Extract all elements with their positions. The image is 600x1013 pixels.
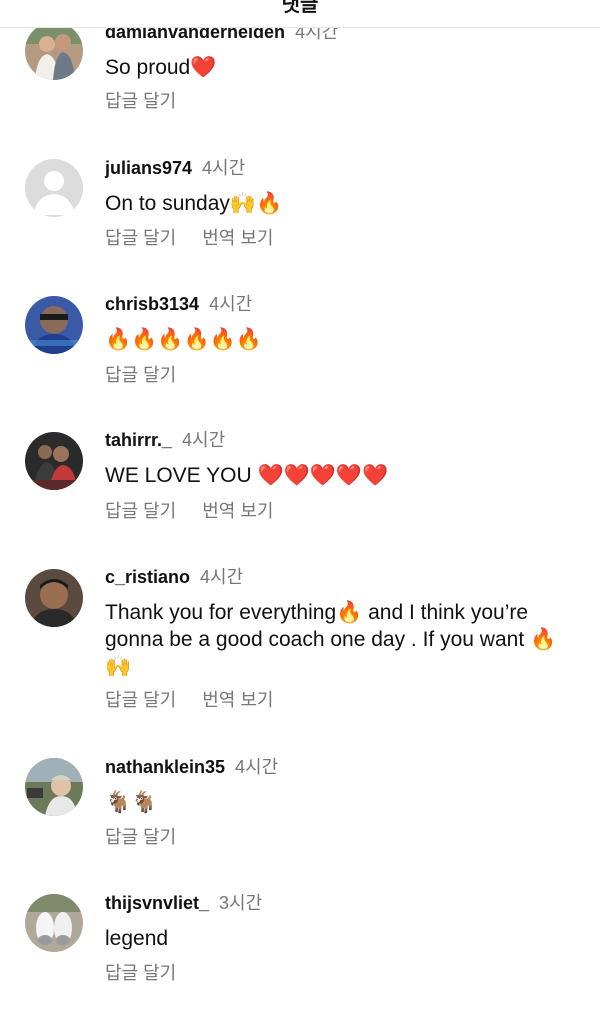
- default-avatar-icon: [25, 159, 83, 217]
- comment-actions: 답글 달기 번역 보기: [105, 500, 274, 522]
- translate-button[interactable]: 번역 보기: [202, 501, 273, 521]
- comment-time: 4시간: [202, 158, 246, 178]
- comment-text: Thank you for everything🔥 and I think yo…: [105, 601, 557, 678]
- comments-header: 댓글: [0, 0, 600, 28]
- username-link[interactable]: thijsvnvliet_: [105, 893, 209, 913]
- reply-button[interactable]: 답글 달기: [105, 501, 176, 521]
- comment-actions: 답글 달기: [105, 962, 176, 984]
- page-title: 댓글: [281, 0, 319, 16]
- avatar[interactable]: [25, 159, 83, 217]
- reply-button[interactable]: 답글 달기: [105, 827, 176, 847]
- username-link[interactable]: julians974: [105, 158, 192, 178]
- reply-button[interactable]: 답글 달기: [105, 228, 176, 248]
- avatar[interactable]: [25, 894, 83, 952]
- comment-actions: 답글 달기: [105, 826, 176, 848]
- comment-time: 3시간: [219, 893, 263, 913]
- username-link[interactable]: nathanklein35: [105, 757, 225, 777]
- comment-meta: tahirrr._ 4시간: [105, 429, 225, 451]
- reply-button[interactable]: 답글 달기: [105, 365, 176, 385]
- comment-actions: 답글 달기 번역 보기: [105, 227, 274, 249]
- profile-photo-group: [25, 432, 83, 490]
- profile-photo-shoes: [25, 894, 83, 952]
- reply-button[interactable]: 답글 달기: [105, 91, 176, 111]
- username-link[interactable]: tahirrr._: [105, 430, 172, 450]
- profile-photo-man: [25, 569, 83, 627]
- comment-time: 4시간: [209, 294, 253, 314]
- profile-photo-masked: [25, 296, 83, 354]
- comment-actions: 답글 달기 번역 보기: [105, 689, 274, 711]
- translate-button[interactable]: 번역 보기: [202, 690, 273, 710]
- comment-meta: thijsvnvliet_ 3시간: [105, 892, 262, 914]
- profile-photo-outdoor: [25, 758, 83, 816]
- comment-text: WE LOVE YOU ❤️❤️❤️❤️❤️: [105, 464, 389, 487]
- comment-text: legend: [105, 927, 169, 950]
- comment-meta: c_ristiano 4시간: [105, 566, 243, 588]
- translate-button[interactable]: 번역 보기: [202, 228, 273, 248]
- comment-text: So proud❤️: [105, 56, 217, 79]
- comment-meta: chrisb3134 4시간: [105, 293, 252, 315]
- avatar[interactable]: [25, 432, 83, 490]
- reply-button[interactable]: 답글 달기: [105, 963, 176, 983]
- username-link[interactable]: chrisb3134: [105, 294, 199, 314]
- avatar[interactable]: [25, 569, 83, 627]
- comment-text: 🔥🔥🔥🔥🔥🔥: [105, 328, 262, 351]
- profile-photo-couple: [25, 22, 83, 80]
- username-link[interactable]: c_ristiano: [105, 567, 190, 587]
- comment-actions: 답글 달기: [105, 90, 176, 112]
- reply-button[interactable]: 답글 달기: [105, 690, 176, 710]
- comment-meta: nathanklein35 4시간: [105, 756, 278, 778]
- comment-meta: julians974 4시간: [105, 157, 245, 179]
- avatar[interactable]: [25, 296, 83, 354]
- comment-time: 4시간: [235, 757, 279, 777]
- avatar[interactable]: [25, 22, 83, 80]
- comment-actions: 답글 달기: [105, 364, 176, 386]
- comments-page: damianvanderheiden 4시간 So proud❤️ 답글 달기 j…: [0, 0, 600, 1013]
- comment-text: 🐐🐐: [105, 791, 158, 814]
- comment-time: 4시간: [182, 430, 226, 450]
- comment-text: On to sunday🙌🔥: [105, 192, 283, 215]
- comment-time: 4시간: [200, 567, 244, 587]
- avatar[interactable]: [25, 758, 83, 816]
